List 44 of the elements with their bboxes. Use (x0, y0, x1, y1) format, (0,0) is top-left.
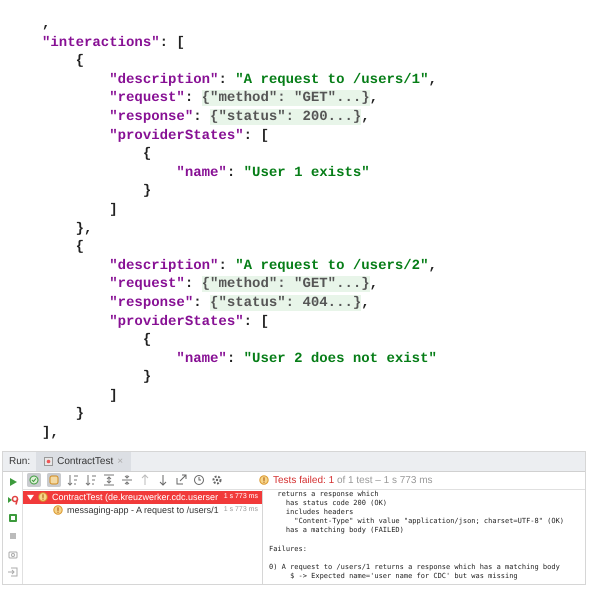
sort-duration-icon[interactable] (85, 474, 97, 486)
toggle-auto-test-icon[interactable] (6, 512, 18, 524)
expand-all-icon[interactable] (103, 474, 115, 486)
rerun-failed-icon[interactable] (6, 494, 18, 506)
code-line: } (142, 182, 152, 201)
test-status: Tests failed: 1 of 1 test – 1 s 773 ms (273, 474, 433, 488)
code-line: "name": "User 1 exists" (175, 164, 370, 182)
code-line: "name": "User 2 does not exist" (175, 350, 437, 368)
code-line: , (42, 15, 50, 34)
expand-arrow-icon[interactable] (27, 494, 34, 501)
code-line: ] (108, 386, 118, 406)
tab-title: ContractTest (57, 454, 114, 469)
check-circle-icon (29, 475, 39, 486)
code-line: ], (42, 424, 59, 443)
code-line: { (74, 238, 84, 257)
code-line: "response": {"status": 200...}, (108, 108, 370, 127)
code-line: { (142, 145, 152, 164)
code-line: } (74, 405, 84, 424)
code-line: "providerStates": [ (108, 312, 269, 332)
code-line: } (142, 368, 152, 387)
export-icon[interactable] (175, 474, 187, 486)
code-line: "interactions": [ (42, 34, 185, 52)
code-line: { (142, 331, 152, 350)
settings-icon[interactable] (211, 474, 223, 486)
sort-alpha-icon[interactable] (67, 474, 79, 486)
history-clock-icon[interactable] (193, 474, 205, 486)
exit-icon[interactable] (6, 566, 18, 578)
square-icon (49, 475, 59, 486)
test-icon (44, 456, 54, 466)
code-line: "providerStates": [ (108, 126, 269, 146)
run-label: Run: (8, 454, 32, 469)
code-line: { (74, 52, 84, 71)
warning-icon (259, 475, 269, 486)
show-passed-toggle[interactable] (27, 473, 41, 488)
warning-icon (53, 505, 63, 516)
run-tab[interactable]: ContractTest × (36, 452, 132, 471)
warning-icon (38, 492, 48, 502)
arrow-down-icon[interactable] (157, 474, 169, 486)
code-line: ] (108, 200, 118, 220)
collapse-all-icon[interactable] (121, 474, 133, 486)
code-line: "description": "A request to /users/2", (108, 256, 437, 276)
code-line: "description": "A request to /users/1", (108, 70, 437, 90)
show-ignored-toggle[interactable] (47, 473, 61, 488)
code-line: }, (74, 220, 92, 238)
